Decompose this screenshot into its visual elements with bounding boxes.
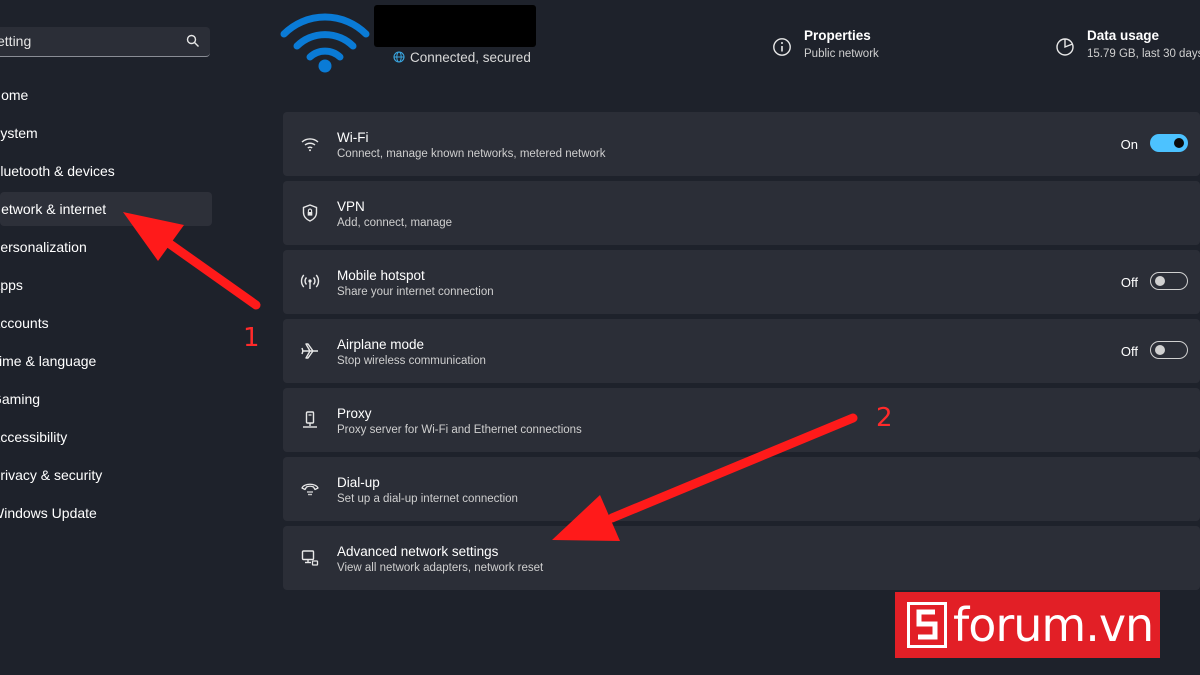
search-input[interactable] [0,27,170,55]
step-number-1: 1 [243,323,260,353]
toggle-knob [1155,344,1165,355]
airplane-toggle[interactable] [1150,341,1188,359]
sidebar-item-label: Network & internet [0,201,107,217]
step-number-2: 2 [876,403,893,433]
sidebar-item-bluetooth[interactable]: Bluetooth & devices [0,154,212,188]
sidebar-item-network[interactable]: Network & internet [0,192,212,226]
properties-subtitle: Public network [804,48,879,60]
toggle-knob [1174,138,1184,148]
toggle-state-label: Off [1120,344,1138,359]
shield-icon [302,204,318,222]
setting-subtitle: Share your internet connection [337,286,494,298]
watermark-brand-text: forum.vn [953,598,1154,652]
sidebar-item-gaming[interactable]: Gaming [0,382,212,416]
setting-subtitle: Proxy server for Wi-Fi and Ethernet conn… [337,424,582,436]
setting-vpn[interactable]: VPN Add, connect, manage [283,181,1200,245]
data-usage-title: Data usage [1087,28,1160,43]
toggle-state-label: On [1120,137,1138,152]
sidebar-item-personalization[interactable]: Personalization [0,230,212,264]
sidebar-item-label: Bluetooth & devices [0,163,115,179]
search-icon[interactable] [186,34,200,48]
sidebar-item-label: Home [0,87,29,103]
sidebar-item-label: Accounts [0,315,49,331]
sidebar-item-system[interactable]: System [0,116,212,150]
setting-wifi[interactable]: Wi-Fi Connect, manage known networks, me… [283,112,1200,176]
setting-advanced-network[interactable]: Advanced network settings View all netwo… [283,526,1200,590]
sidebar-item-home[interactable]: Home [0,78,212,112]
sidebar-item-label: Apps [0,277,23,293]
setting-title: Airplane mode [337,337,425,352]
sidebar-nav: Home System Bluetooth & devices Network … [0,78,212,534]
sidebar-item-label: System [0,125,38,141]
monitor-icon [301,550,319,566]
sidebar-item-label: Accessibility [0,429,68,445]
hotspot-icon [300,274,320,289]
globe-icon [393,51,405,63]
connection-status-text: Connected, secured [410,49,531,65]
setting-subtitle: Set up a dial-up internet connection [337,493,518,505]
wifi-icon [301,138,319,152]
info-icon [773,38,791,56]
airplane-icon [301,343,318,359]
properties-link[interactable]: Properties Public network [772,28,879,60]
connection-status: Connected, secured [393,48,531,66]
setting-title: Dial-up [337,475,380,490]
hotspot-toggle[interactable] [1150,272,1188,290]
sidebar-item-privacy[interactable]: Privacy & security [0,458,212,492]
network-name-redacted [374,5,536,47]
setting-proxy[interactable]: Proxy Proxy server for Wi-Fi and Etherne… [283,388,1200,452]
toggle-state-label: Off [1120,275,1138,290]
sidebar-item-apps[interactable]: Apps [0,268,212,302]
setting-dial-up[interactable]: Dial-up Set up a dial-up internet connec… [283,457,1200,521]
wifi-status-icon [280,13,370,73]
setting-mobile-hotspot[interactable]: Mobile hotspot Share your internet conne… [283,250,1200,314]
wifi-toggle[interactable] [1150,134,1188,152]
setting-airplane-mode[interactable]: Airplane mode Stop wireless communicatio… [283,319,1200,383]
toggle-knob [1155,275,1165,286]
setting-subtitle: View all network adapters, network reset [337,562,544,574]
sidebar-item-time-language[interactable]: Time & language [0,344,212,378]
sidebar-item-label: Time & language [0,353,97,369]
setting-title: Advanced network settings [337,544,499,559]
logo-s-mark-icon [907,602,947,648]
watermark-logo: forum.vn [895,592,1160,658]
sidebar-item-windows-update[interactable]: Windows Update [0,496,212,530]
search-box[interactable] [0,27,210,57]
setting-subtitle: Add, connect, manage [337,217,453,229]
sidebar-item-label: Windows Update [0,505,97,521]
setting-subtitle: Stop wireless communication [337,355,486,367]
setting-subtitle: Connect, manage known networks, metered … [337,148,606,160]
properties-title: Properties [804,28,871,43]
sidebar-item-label: Personalization [0,239,87,255]
dialup-icon [301,483,319,496]
setting-title: Proxy [337,406,372,421]
setting-title: Mobile hotspot [337,268,425,283]
setting-title: VPN [337,199,365,214]
setting-title: Wi-Fi [337,130,369,145]
sidebar-item-accounts[interactable]: Accounts [0,306,212,340]
sidebar-item-accessibility[interactable]: Accessibility [0,420,212,454]
proxy-icon [303,411,317,428]
pie-chart-icon [1056,38,1074,56]
data-usage-link[interactable]: Data usage 15.79 GB, last 30 days [1055,28,1200,60]
sidebar-item-label: Privacy & security [0,467,103,483]
data-usage-subtitle: 15.79 GB, last 30 days [1087,48,1200,60]
sidebar-item-label: Gaming [0,391,41,407]
